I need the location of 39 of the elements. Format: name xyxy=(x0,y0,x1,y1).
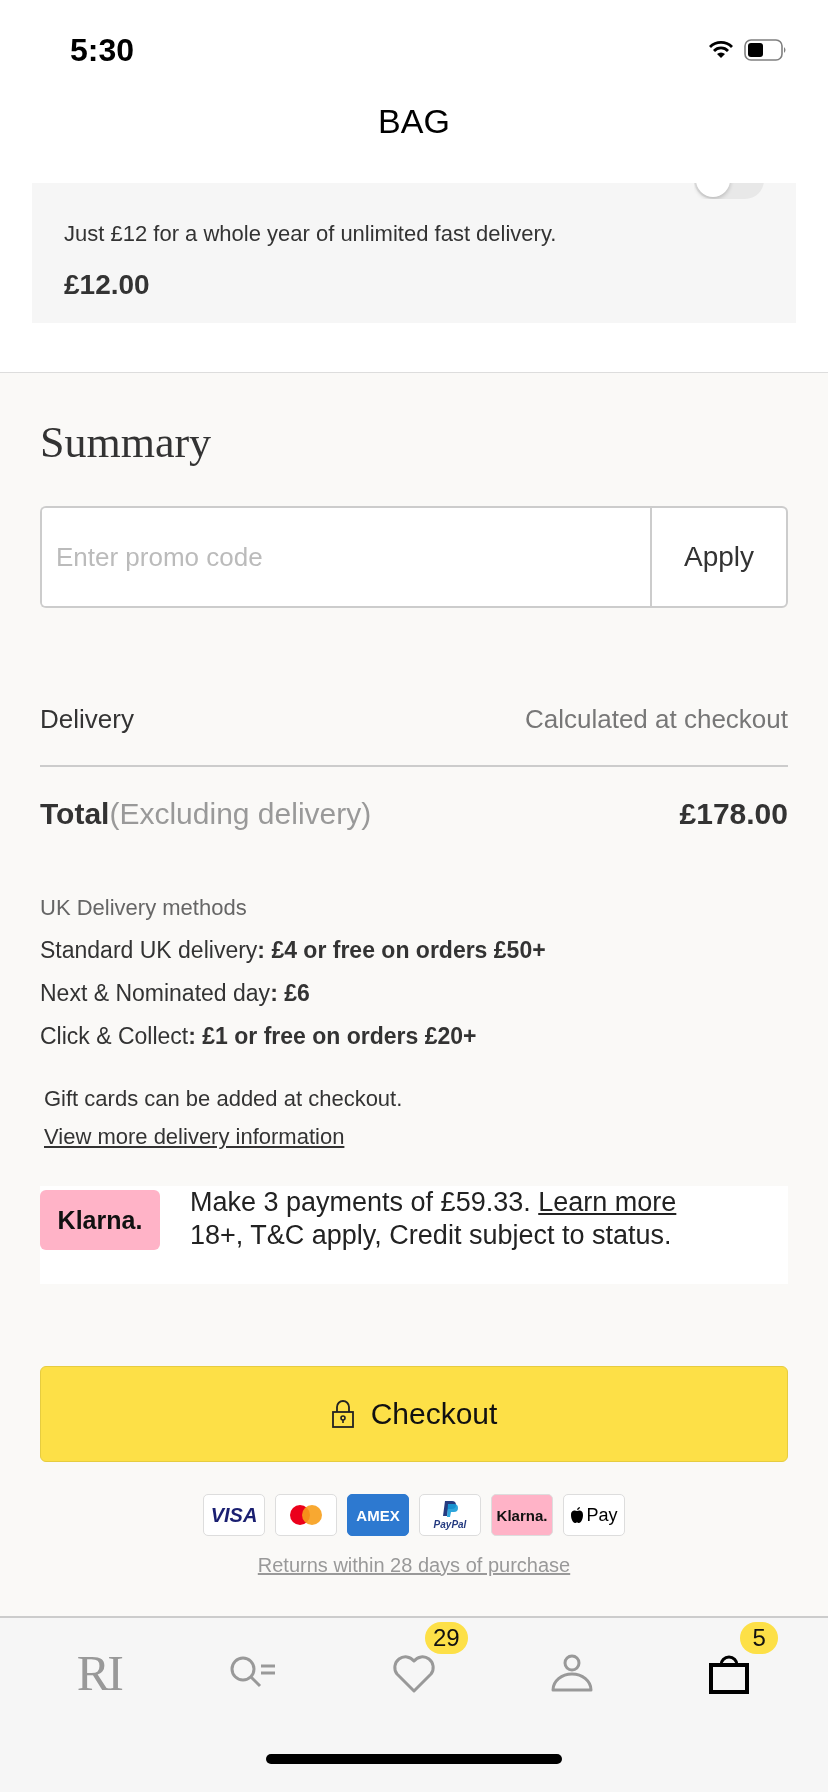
klarna-terms: 18+, T&C apply, Credit subject to status. xyxy=(190,1219,673,1252)
learn-more-link[interactable]: Learn more xyxy=(538,1187,677,1217)
klarna-logo: Klarna. xyxy=(40,1190,160,1250)
battery-icon xyxy=(744,39,788,61)
offer-description: Just £12 for a whole year of unlimited fast delivery. xyxy=(64,221,558,247)
total-label: Total xyxy=(40,797,110,830)
wifi-icon xyxy=(708,40,734,60)
delivery-method: Standard UK delivery: £4 or free on orders £50+ xyxy=(40,937,547,964)
total-value: £178.00 xyxy=(679,797,788,831)
delivery-method: Click & Collect: £1 or free on orders £20+ xyxy=(40,1023,478,1050)
offer-price: £12.00 xyxy=(64,269,151,301)
klarna-text: Make 3 payments of £59.33. xyxy=(190,1187,531,1217)
klarna-logo: Klarna. xyxy=(491,1494,553,1536)
visa-logo: VISA xyxy=(203,1494,265,1536)
summary-title: Summary xyxy=(40,417,213,468)
amex-logo: AMEX xyxy=(347,1494,409,1536)
count-badge: 29 xyxy=(425,1622,468,1654)
nav-tab[interactable]: 5 xyxy=(674,1622,785,1710)
status-time: 5:30 xyxy=(70,31,135,69)
promo-code-field[interactable]: Enter promo code xyxy=(40,506,650,608)
page-title: BAG xyxy=(377,102,451,141)
methods-title: UK Delivery methods xyxy=(40,895,248,921)
checkout-button[interactable]: Checkout xyxy=(40,1366,788,1462)
nav-tab[interactable]: 29 xyxy=(359,1622,469,1710)
apply-button[interactable]: Apply xyxy=(650,506,788,608)
mastercard-logo xyxy=(275,1494,337,1536)
heart-icon xyxy=(391,1652,437,1694)
gift-card-note: Gift cards can be added at checkout. xyxy=(43,1086,404,1112)
delivery-method: Next & Nominated day: £6 xyxy=(40,980,311,1007)
person-icon xyxy=(549,1653,594,1693)
delivery-label: Delivery xyxy=(40,704,134,735)
delivery-value: Calculated at checkout xyxy=(524,704,788,735)
total-note: (Excluding delivery) xyxy=(109,797,372,830)
delivery-info-link[interactable]: View more delivery information xyxy=(40,1124,345,1150)
lock-icon xyxy=(330,1399,355,1429)
count-badge: 5 xyxy=(740,1622,779,1654)
paypal-logo: PayPal xyxy=(419,1494,481,1536)
toggle-switch[interactable] xyxy=(694,183,764,199)
apple-pay-logo: Pay xyxy=(563,1494,625,1536)
